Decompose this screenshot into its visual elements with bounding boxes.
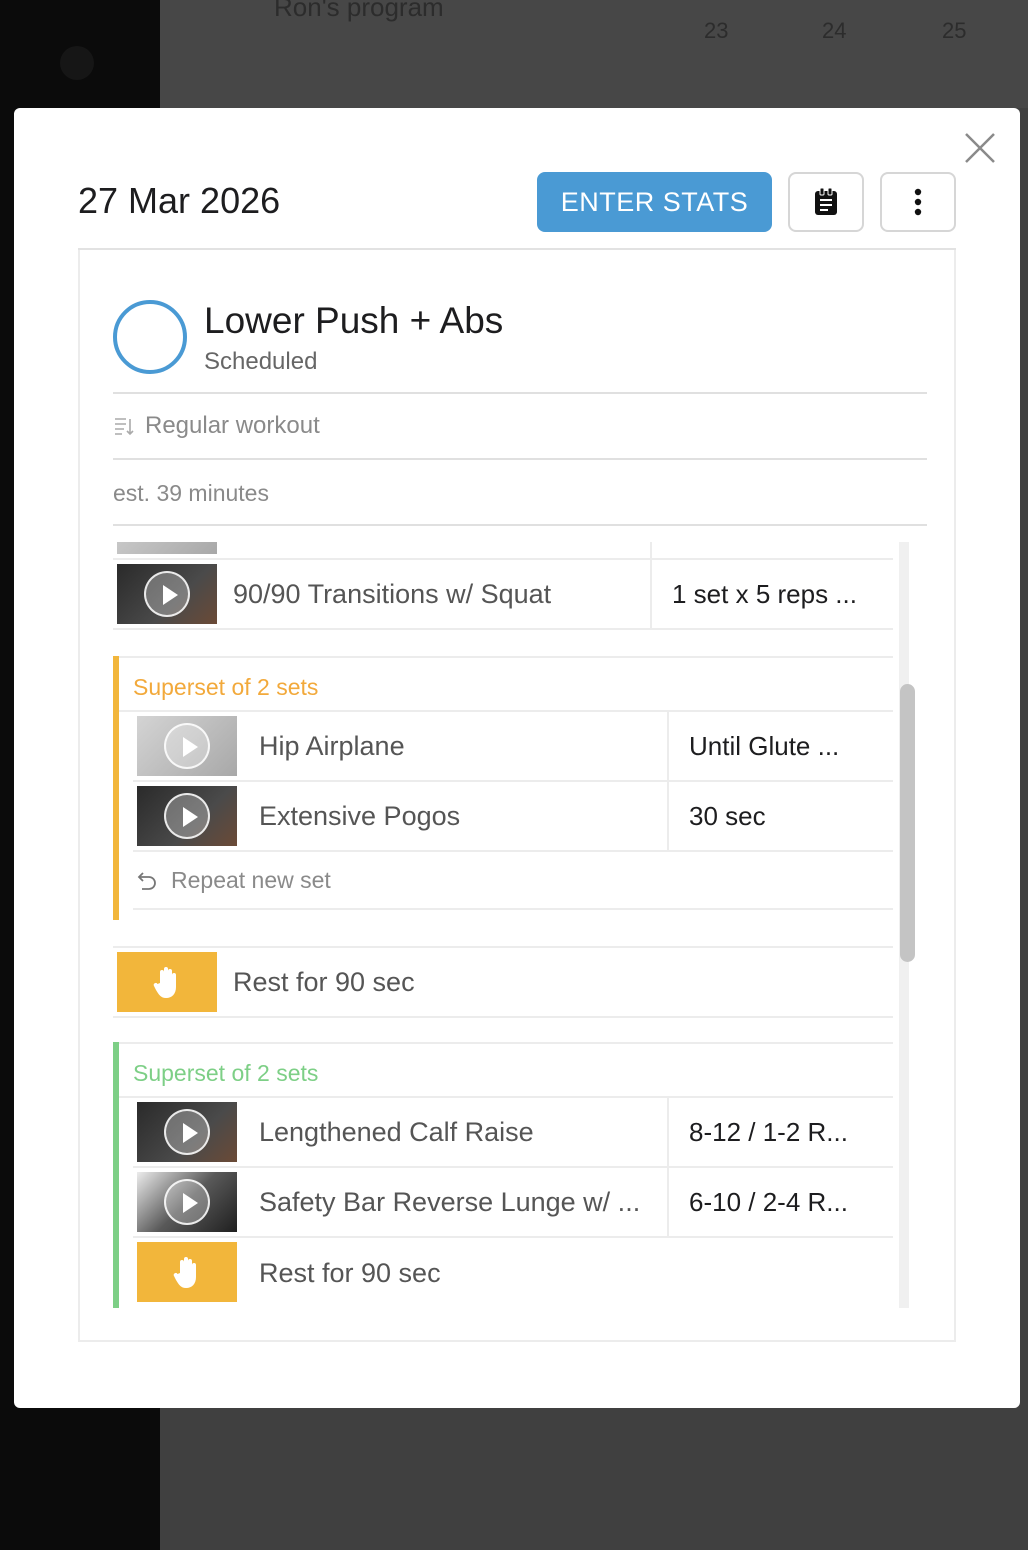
- more-options-button[interactable]: [880, 172, 956, 232]
- divider: [113, 458, 927, 460]
- exercise-row-calf-raise[interactable]: Lengthened Calf Raise 8-12 / 1-2 R...: [133, 1098, 893, 1168]
- notes-button[interactable]: [788, 172, 864, 232]
- exercise-sets: [650, 542, 893, 558]
- rest-label: Rest for 90 sec: [259, 1257, 441, 1288]
- superset-block: Superset of 2 sets Hip Airplane Until Gl…: [113, 656, 893, 920]
- exercise-list: 90/90 Transitions w/ Squat 1 set x 5 rep…: [113, 542, 923, 1308]
- background-topbar: Ron's program 23 24 25: [160, 0, 1028, 108]
- vertical-dots-icon: [914, 188, 922, 216]
- workout-modal: 27 Mar 2026 ENTER STATS Lower Push + Abs…: [14, 108, 1020, 1408]
- exercise-thumbnail: [137, 1102, 237, 1162]
- list-sort-icon: [115, 418, 134, 436]
- exercise-sets: 8-12 / 1-2 R...: [667, 1098, 893, 1166]
- rest-tile: [117, 952, 217, 1012]
- sidebar-icon: [60, 46, 94, 80]
- rest-label: Rest for 90 sec: [233, 966, 415, 997]
- exercise-name: Hip Airplane: [259, 730, 405, 761]
- background-program-label: Ron's program: [274, 0, 444, 22]
- exercise-name: 90/90 Transitions w/ Squat: [233, 578, 552, 609]
- estimated-duration: est. 39 minutes: [113, 480, 269, 506]
- exercise-thumbnail: [137, 716, 237, 776]
- workout-type-label: Regular workout: [145, 412, 320, 439]
- background-day-25: 25: [942, 18, 967, 43]
- exercise-sets: 30 sec: [667, 782, 893, 850]
- superset-label: Superset of 2 sets: [119, 656, 893, 712]
- play-icon: [164, 793, 210, 839]
- repeat-set-label: Repeat new set: [171, 866, 331, 893]
- exercise-row-extensive-pogos[interactable]: Extensive Pogos 30 sec: [133, 782, 893, 852]
- workout-type: Regular workout: [113, 412, 320, 440]
- hand-icon: [173, 1257, 196, 1288]
- divider: [113, 524, 927, 526]
- exercise-row-partial[interactable]: [113, 542, 893, 560]
- background-day-24: 24: [822, 18, 847, 43]
- exercise-row-reverse-lunge[interactable]: Safety Bar Reverse Lunge w/ ... 6-10 / 2…: [133, 1168, 893, 1238]
- undo-icon: [137, 872, 156, 890]
- superset-block: Superset of 2 sets Lengthened Calf Raise…: [113, 1042, 893, 1308]
- background-day-23: 23: [704, 18, 729, 43]
- exercise-thumbnail: [137, 1172, 237, 1232]
- workout-date: 27 Mar 2026: [78, 180, 281, 221]
- workout-status: Scheduled: [204, 348, 318, 375]
- exercise-row-hip-airplane[interactable]: Hip Airplane Until Glute ...: [133, 712, 893, 782]
- rest-tile: [137, 1242, 237, 1302]
- play-icon: [164, 723, 210, 769]
- enter-stats-button[interactable]: ENTER STATS: [537, 172, 772, 232]
- exercise-sets: Until Glute ...: [667, 712, 893, 780]
- exercise-thumbnail: [117, 542, 217, 554]
- exercise-name: Safety Bar Reverse Lunge w/ ...: [259, 1186, 641, 1217]
- rest-row[interactable]: Rest for 90 sec: [113, 946, 893, 1018]
- exercise-thumbnail: [137, 786, 237, 846]
- exercise-sets: 6-10 / 2-4 R...: [667, 1168, 893, 1236]
- play-icon: [164, 1109, 210, 1155]
- workout-status-ring[interactable]: [113, 300, 187, 374]
- workout-title: Lower Push + Abs: [204, 300, 504, 341]
- play-icon: [144, 571, 190, 617]
- superset-label: Superset of 2 sets: [119, 1042, 893, 1098]
- clipboard-icon: [815, 188, 837, 215]
- exercise-name: Lengthened Calf Raise: [259, 1116, 534, 1147]
- hand-icon: [153, 967, 176, 998]
- exercise-sets: 1 set x 5 reps ...: [650, 560, 893, 628]
- workout-card: Lower Push + Abs Scheduled Regular worko…: [78, 250, 956, 1342]
- close-icon[interactable]: [960, 128, 1000, 168]
- rest-row[interactable]: Rest for 90 sec: [133, 1238, 893, 1308]
- modal-header: 27 Mar 2026 ENTER STATS: [78, 172, 956, 250]
- exercise-thumbnail: [117, 564, 217, 624]
- play-icon: [164, 1179, 210, 1225]
- divider: [113, 392, 927, 394]
- exercise-name: Extensive Pogos: [259, 800, 461, 831]
- exercise-row-transitions[interactable]: 90/90 Transitions w/ Squat 1 set x 5 rep…: [113, 560, 893, 630]
- repeat-set-button[interactable]: Repeat new set: [133, 852, 893, 910]
